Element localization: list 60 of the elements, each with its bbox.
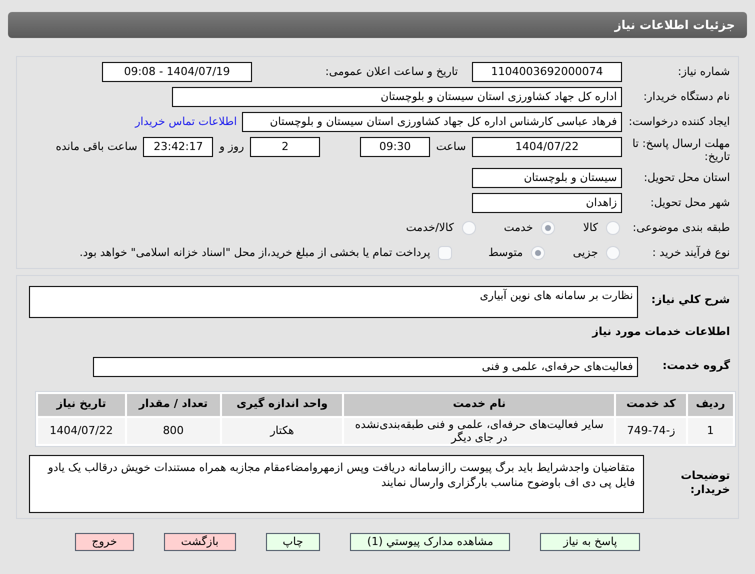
action-button[interactable]: بازگشت bbox=[164, 532, 236, 550]
radio-button[interactable] bbox=[606, 246, 620, 260]
action-button[interactable]: خروج bbox=[74, 532, 134, 550]
radio-button[interactable] bbox=[606, 221, 620, 235]
field-label: طبقه بندی موضوعی: bbox=[632, 220, 730, 236]
radio-button[interactable] bbox=[530, 246, 545, 260]
field-label: روز و bbox=[219, 139, 244, 155]
description-textarea[interactable]: نظارت بر سامانه های نوین آبیاری bbox=[29, 286, 638, 318]
radio-label: کالا bbox=[583, 220, 598, 236]
action-button[interactable]: پاسخ به نیاز bbox=[540, 532, 640, 550]
field-label: توضیحات خریدار: bbox=[680, 468, 730, 496]
field-value: فرهاد عباسی کارشناس اداره کل جهاد کشاورزی استان سیستان و بلوچستان bbox=[242, 112, 622, 132]
table-cell: 1404/07/22 bbox=[38, 418, 125, 444]
field-value: زاهدان bbox=[472, 193, 622, 213]
radio-label: کالا/خدمت bbox=[406, 220, 454, 236]
field-value: اداره کل جهاد کشاورزی استان سیستان و بلوچستان bbox=[172, 87, 622, 107]
table-cell: 1 bbox=[688, 418, 733, 444]
countdown-value: 23:42:17 bbox=[143, 137, 214, 157]
column-header: تعداد / مقدار bbox=[126, 394, 220, 416]
radio-button[interactable] bbox=[462, 221, 476, 235]
field-value: فعالیت‌های حرفه‌ای، علمی و فنی bbox=[93, 356, 638, 376]
column-header: تاریخ نیاز bbox=[38, 394, 125, 416]
notes-textarea[interactable]: متقاضیان واجدشرایط باید برگ پیوست راازسامانه دریافت وپس ازمهروامضاءمقام مجازبه همراه مستندات خویش درقالب یک یادو فایل پی دی اف باوضوح مناسب بارگزاری وارسال نمایند bbox=[29, 454, 644, 512]
page-title: جزئیات اطلاعات نیاز bbox=[614, 17, 735, 34]
table-cell: ز-74-749 bbox=[616, 418, 686, 444]
radio-label: جزیی bbox=[572, 244, 598, 261]
field-value: 09:30 bbox=[360, 137, 430, 157]
field-value: سیستان و بلوچستان bbox=[472, 168, 622, 188]
buyer-contact-link[interactable]: اطلاعات تماس خریدار bbox=[135, 114, 237, 130]
column-header: واحد اندازه گیری bbox=[222, 394, 342, 416]
radio-label: متوسط bbox=[488, 244, 523, 261]
field-label: نام دستگاه خریدار: bbox=[642, 88, 730, 105]
field-value: 1404/07/22 bbox=[472, 137, 622, 157]
column-header: کد خدمت bbox=[616, 394, 686, 416]
table-cell: هکتار bbox=[222, 418, 342, 444]
field-label: مهلت ارسال پاسخ: تا تاریخ: bbox=[631, 137, 730, 163]
field-label: گروه خدمت: bbox=[661, 358, 730, 374]
checkbox[interactable] bbox=[438, 246, 452, 260]
radio-button[interactable] bbox=[541, 221, 556, 235]
field-label: تاریخ و ساعت اعلان عمومی: bbox=[324, 64, 459, 80]
field-value: 1104003692000074 bbox=[472, 62, 622, 82]
checkbox-label: پرداخت تمام یا بخشی از مبلغ خرید،از محل "اسناد خزانه اسلامی" خواهد بود. bbox=[80, 244, 430, 261]
field-label: استان محل تحویل: bbox=[642, 170, 730, 186]
field-label: ساعت باقی مانده bbox=[56, 139, 138, 155]
field-label: نوع فرآیند خرید : bbox=[651, 244, 730, 261]
field-label: شماره نیاز: bbox=[676, 64, 730, 80]
column-header: نام خدمت bbox=[344, 394, 614, 416]
field-value: 2 bbox=[250, 137, 320, 157]
field-value: 1404/07/19 - 09:08 bbox=[102, 62, 252, 82]
field-label: ایجاد کننده درخواست: bbox=[628, 114, 730, 130]
field-label: شرح کلي نياز: bbox=[650, 292, 730, 308]
column-header: ردیف bbox=[688, 394, 733, 416]
table-cell: 800 bbox=[126, 418, 220, 444]
table-cell: سایر فعالیت‌های حرفه‌ای، علمی و فنی طبقه‌بندی‌نشده در جای دیگر bbox=[344, 418, 614, 444]
radio-label: خدمت bbox=[504, 220, 534, 236]
field-label: ساعت bbox=[436, 139, 466, 155]
field-label: شهر محل تحویل: bbox=[649, 194, 730, 211]
section-heading: اطلاعات خدمات مورد نیاز bbox=[590, 324, 730, 340]
action-button[interactable]: چاپ bbox=[266, 532, 320, 550]
action-button[interactable]: مشاهده مدارک پیوستي (1) bbox=[350, 532, 510, 550]
